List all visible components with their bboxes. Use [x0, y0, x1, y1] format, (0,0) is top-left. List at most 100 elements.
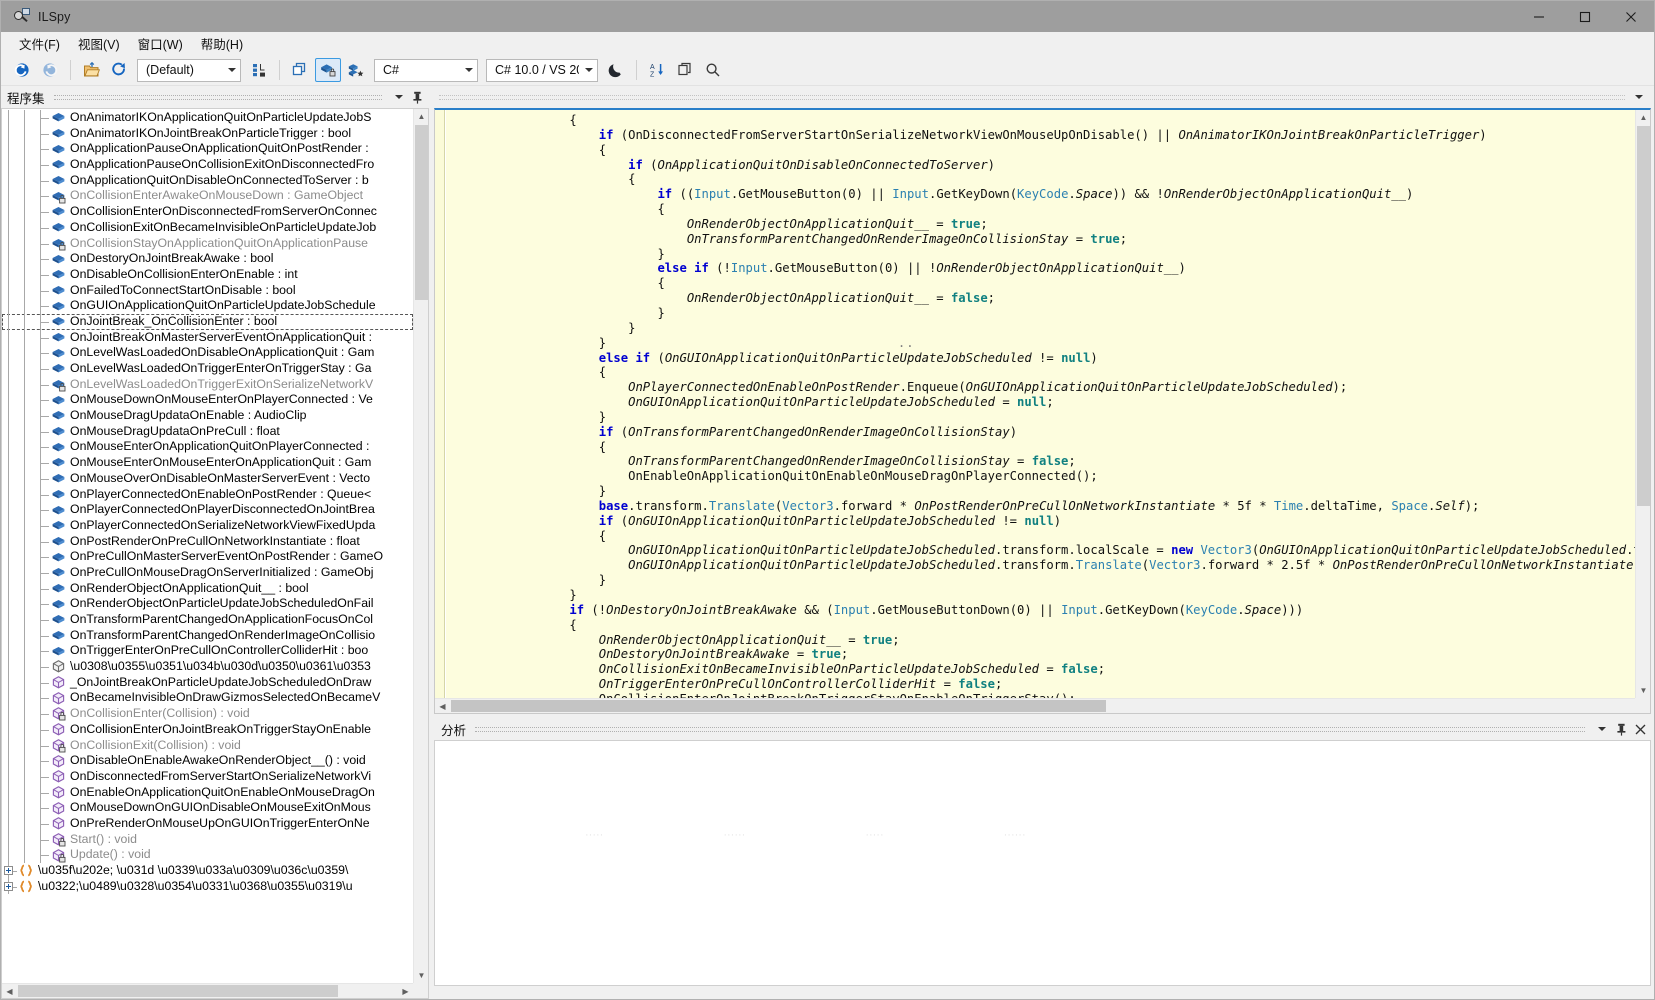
- menu-view[interactable]: 视图(V): [70, 32, 128, 55]
- show-private-members-icon[interactable]: [315, 58, 341, 82]
- scroll-down-arrow-icon[interactable]: ▼: [414, 968, 428, 983]
- editor-hscroll-thumb[interactable]: [451, 700, 1106, 712]
- analysis-results-area[interactable]: ····· ······ ····· ······: [434, 740, 1651, 986]
- scroll-up-arrow-icon[interactable]: ▲: [414, 109, 428, 124]
- tree-item[interactable]: \u0322;\u0489\u0328\u0354\u0331\u0368\u0…: [2, 878, 413, 895]
- tree-hscroll-thumb[interactable]: [18, 985, 338, 997]
- tree-item[interactable]: OnTransformParentChangedOnRenderImageOnC…: [2, 627, 413, 644]
- tree-item[interactable]: OnMouseEnterOnApplicationQuitOnPlayerCon…: [2, 439, 413, 456]
- editor-scroll-down-arrow-icon[interactable]: ▼: [1636, 683, 1650, 698]
- tree-item[interactable]: OnBecameInvisibleOnDrawGizmosSelectedOnB…: [2, 690, 413, 707]
- analysis-chevron-down-icon[interactable]: [1594, 721, 1610, 737]
- forward-arrow-icon[interactable]: [37, 58, 63, 82]
- tree-item[interactable]: OnDisableOnEnableAwakeOnRenderObject__()…: [2, 753, 413, 769]
- editor-scroll-left-arrow-icon[interactable]: ◀: [435, 699, 450, 713]
- sort-alphabetical-icon[interactable]: A Z: [644, 58, 670, 82]
- analysis-close-icon[interactable]: [1632, 721, 1648, 737]
- tree-item[interactable]: OnApplicationQuitOnDisableOnConnectedToS…: [2, 172, 413, 189]
- close-button[interactable]: [1608, 1, 1654, 32]
- minimize-button[interactable]: [1516, 1, 1562, 32]
- tree-item[interactable]: OnApplicationPauseOnCollisionExitOnDisco…: [2, 157, 413, 173]
- tree-item[interactable]: OnCollisionExit(Collision) : void: [2, 737, 413, 754]
- tree-item[interactable]: OnPostRenderOnPreCullOnNetworkInstantiat…: [2, 533, 413, 550]
- code-editor[interactable]: { if (OnDisconnectedFromServerStartOnSer…: [434, 108, 1651, 714]
- tree-item[interactable]: OnMouseEnterOnMouseEnterOnApplicationQui…: [2, 455, 413, 471]
- tree-item[interactable]: OnAnimatorIKOnApplicationQuitOnParticleU…: [2, 110, 413, 126]
- code-text-area[interactable]: { if (OnDisconnectedFromServerStartOnSer…: [446, 110, 1635, 698]
- new-window-icon[interactable]: [672, 58, 698, 82]
- language-combo[interactable]: C#: [374, 58, 478, 82]
- tree-item[interactable]: OnCollisionEnterAwakeOnMouseDown : GameO…: [2, 188, 413, 205]
- tree-item[interactable]: OnPreRenderOnMouseUpOnGUIOnTriggerEnterO…: [2, 815, 413, 832]
- tree-item-label: OnCollisionExitOnBecameInvisibleOnPartic…: [70, 219, 377, 234]
- dark-mode-moon-icon[interactable]: [603, 58, 629, 82]
- sort-tree-icon[interactable]: [246, 58, 272, 82]
- tree-item[interactable]: OnCollisionEnterOnDisconnectedFromServer…: [2, 204, 413, 220]
- editor-horizontal-scrollbar[interactable]: ◀: [435, 698, 1635, 713]
- tree-item[interactable]: OnTransformParentChangedOnApplicationFoc…: [2, 612, 413, 628]
- menu-window[interactable]: 窗口(W): [130, 32, 191, 55]
- tree-item[interactable]: OnCollisionEnter(Collision) : void: [2, 706, 413, 722]
- tree-item[interactable]: OnCollisionStayOnApplicationQuitOnApplic…: [2, 235, 413, 252]
- tree-item[interactable]: OnRenderObjectOnApplicationQuit__ : bool: [2, 580, 413, 597]
- editor-vertical-scrollbar[interactable]: ▲ ▼: [1635, 110, 1650, 698]
- tree-vertical-scrollbar[interactable]: ▲ ▼: [413, 109, 428, 983]
- tree-item[interactable]: _OnJointBreakOnParticleUpdateJobSchedule…: [2, 674, 413, 691]
- tree-item[interactable]: OnJointBreakOnMasterServerEventOnApplica…: [2, 329, 413, 346]
- tree-item[interactable]: OnPreCullOnMouseDragOnServerInitialized …: [2, 564, 413, 581]
- tree-item[interactable]: OnApplicationPauseOnApplicationQuitOnPos…: [2, 141, 413, 158]
- tree-item[interactable]: Update() : void: [2, 847, 413, 863]
- tree-item[interactable]: OnMouseDragUpdataOnEnable : AudioClip: [2, 408, 413, 424]
- tree-item[interactable]: \u0308\u0355\u0351\u034b\u030d\u0350\u03…: [2, 659, 413, 675]
- tree-item[interactable]: OnMouseDownOnGUIOnDisableOnMouseExitOnMo…: [2, 800, 413, 816]
- tree-item[interactable]: OnLevelWasLoadedOnDisableOnApplicationQu…: [2, 345, 413, 361]
- open-folder-icon[interactable]: [78, 58, 104, 82]
- tree-item[interactable]: OnCollisionExitOnBecameInvisibleOnPartic…: [2, 219, 413, 236]
- code-fold-marker[interactable]: ..: [606, 336, 915, 350]
- menu-help[interactable]: 帮助(H): [193, 32, 251, 55]
- tree-item[interactable]: OnPlayerConnectedOnPlayerDisconnectedOnJ…: [2, 502, 413, 518]
- tree-item[interactable]: OnAnimatorIKOnJointBreakOnParticleTrigge…: [2, 125, 413, 142]
- editor-scroll-up-arrow-icon[interactable]: ▲: [1636, 110, 1650, 125]
- tree-item[interactable]: Start() : void: [2, 831, 413, 848]
- tree-item[interactable]: OnDisableOnCollisionEnterOnEnable : int: [2, 266, 413, 283]
- tree-item[interactable]: OnMouseDragUpdataOnPreCull : float: [2, 423, 413, 440]
- tree-item[interactable]: OnMouseDownOnMouseEnterOnPlayerConnected…: [2, 392, 413, 409]
- tree-item[interactable]: OnMouseOverOnDisableOnMasterServerEvent …: [2, 470, 413, 487]
- collapse-icon[interactable]: [287, 58, 313, 82]
- tree-item[interactable]: OnDestoryOnJointBreakAwake : bool: [2, 251, 413, 267]
- tree-item[interactable]: OnCollisionEnterOnJointBreakOnTriggerSta…: [2, 721, 413, 738]
- doc-chevron-down-icon[interactable]: [1631, 89, 1646, 105]
- tree-item[interactable]: OnLevelWasLoadedOnTriggerExitOnSerialize…: [2, 376, 413, 393]
- chevron-down-icon[interactable]: [391, 89, 406, 105]
- tree-item[interactable]: OnGUIOnApplicationQuitOnParticleUpdateJo…: [2, 298, 413, 314]
- show-internal-types-icon[interactable]: [343, 58, 369, 82]
- tree-item[interactable]: OnPlayerConnectedOnSerializeNetworkViewF…: [2, 517, 413, 534]
- scroll-left-arrow-icon[interactable]: ◀: [2, 984, 17, 998]
- back-arrow-icon[interactable]: [9, 58, 35, 82]
- tree-item[interactable]: OnDisconnectedFromServerStartOnSerialize…: [2, 768, 413, 785]
- tree-expander-plus-icon[interactable]: [4, 866, 13, 875]
- maximize-button[interactable]: [1562, 1, 1608, 32]
- editor-vscroll-thumb[interactable]: [1637, 126, 1650, 506]
- scroll-right-arrow-icon[interactable]: ▶: [398, 984, 413, 998]
- search-icon[interactable]: [700, 58, 726, 82]
- analysis-pin-icon[interactable]: [1613, 721, 1629, 737]
- tree-horizontal-scrollbar[interactable]: ◀ ▶: [2, 983, 413, 998]
- tree-item[interactable]: OnRenderObjectOnParticleUpdateJobSchedul…: [2, 596, 413, 612]
- language-version-combo[interactable]: C# 10.0 / VS 202: [486, 58, 598, 82]
- tree-item[interactable]: OnEnableOnApplicationQuitOnEnableOnMouse…: [2, 784, 413, 801]
- default-selector-combo[interactable]: (Default): [137, 58, 241, 82]
- menu-file[interactable]: 文件(F): [11, 32, 68, 55]
- tree-expander-plus-icon[interactable]: [4, 881, 13, 891]
- tree-item[interactable]: \u035f\u202e; \u031d \u0339\u033a\u0309\…: [2, 863, 413, 879]
- pin-icon[interactable]: [410, 89, 425, 105]
- tree-item[interactable]: OnTriggerEnterOnPreCullOnControllerColli…: [2, 643, 413, 660]
- tree-item[interactable]: OnPreCullOnMasterServerEventOnPostRender…: [2, 549, 413, 565]
- tree-item[interactable]: OnJointBreak_OnCollisionEnter : bool: [2, 313, 413, 330]
- tree-item[interactable]: OnLevelWasLoadedOnTriggerEnterOnTriggerS…: [2, 361, 413, 377]
- refresh-icon[interactable]: [106, 58, 132, 82]
- tree-vscroll-thumb[interactable]: [415, 125, 428, 300]
- tree-item[interactable]: OnPlayerConnectedOnEnableOnPostRender : …: [2, 486, 413, 503]
- tree-item[interactable]: OnFailedToConnectStartOnDisable : bool: [2, 282, 413, 299]
